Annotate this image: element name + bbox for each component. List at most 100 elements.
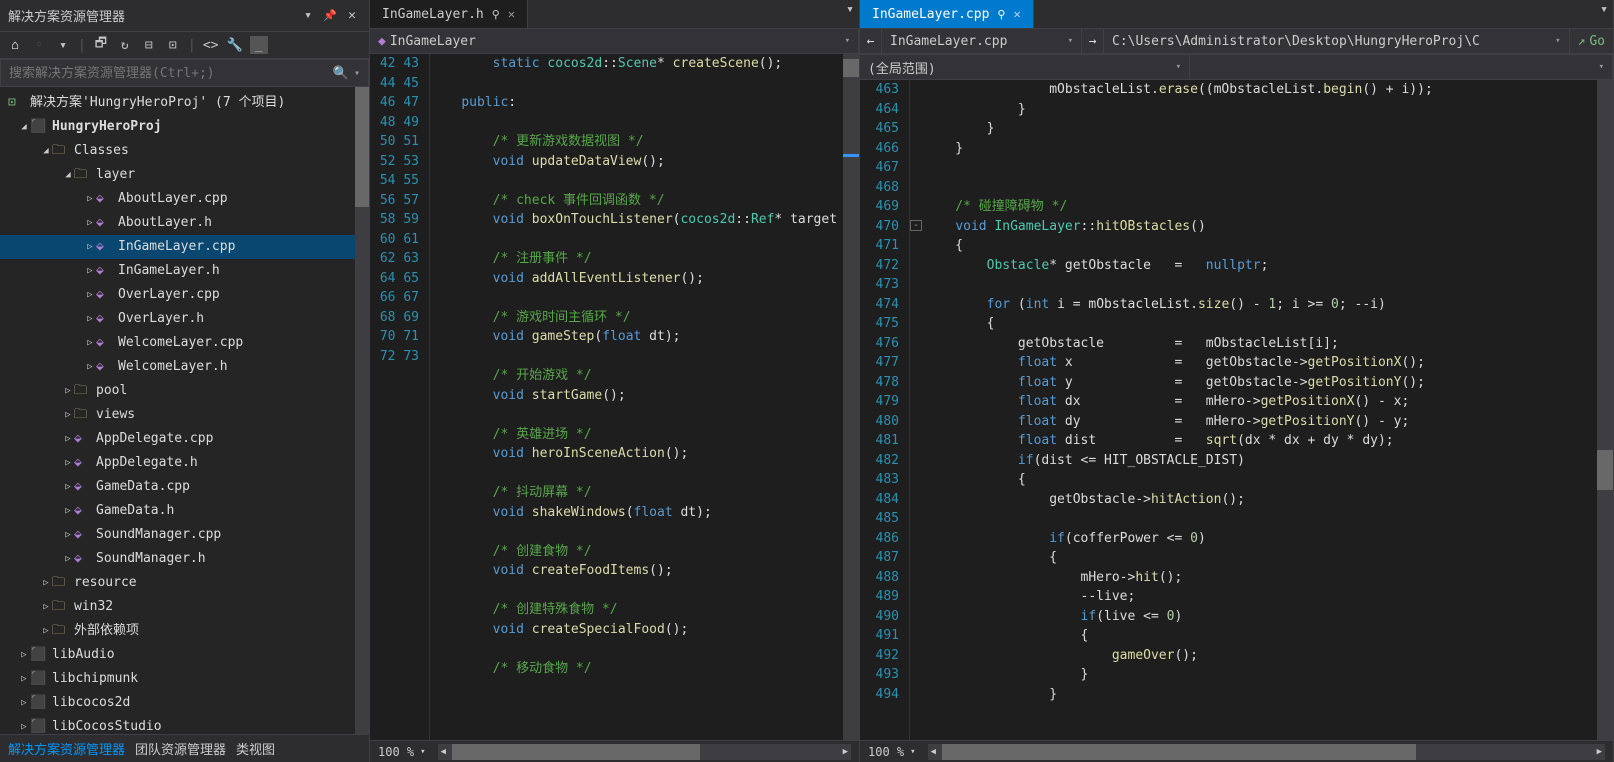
code-area-right[interactable]: 463 464 465 466 467 468 469 470 471 472 … [860, 80, 1613, 740]
search-icon[interactable]: 🔍 [332, 64, 350, 82]
window-menu-icon[interactable]: ▾ [1595, 0, 1613, 18]
file-item[interactable]: ▷ ⬙ SoundManager.h [0, 547, 369, 571]
file-item[interactable]: ▷ ⬙ AboutLayer.h [0, 211, 369, 235]
line-gutter: 463 464 465 466 467 468 469 470 471 472 … [860, 80, 910, 740]
file-item[interactable]: ▷ ⬙ AppDelegate.cpp [0, 427, 369, 451]
tab-label: InGameLayer.h [382, 7, 484, 22]
caret-icon[interactable]: ▾ [54, 36, 72, 54]
file-item[interactable]: ▷ ⬙ WelcomeLayer.cpp [0, 331, 369, 355]
preview-icon[interactable]: _ [250, 36, 268, 54]
tab-bar-right: InGameLayer.cpp ⚲ ✕ ▾ [860, 0, 1613, 28]
line-gutter: 42 43 44 45 46 47 48 49 50 51 52 53 54 5… [370, 54, 430, 740]
nav-label: (全局范围) [868, 58, 936, 77]
sync-icon[interactable]: 🗗 [92, 36, 110, 54]
solution-node[interactable]: ⊡ 解决方案'HungryHeroProj' (7 个项目) [0, 91, 369, 115]
caret-icon: ◢ [62, 165, 74, 185]
nav-label: InGameLayer [390, 34, 476, 49]
file-item[interactable]: ▷ ⬙ OverLayer.cpp [0, 283, 369, 307]
tree-scrollbar[interactable] [355, 87, 369, 734]
home-icon[interactable]: ⌂ [6, 36, 24, 54]
folder-icon: 🗀 [52, 144, 68, 158]
folder-external[interactable]: ▷ 🗀 外部依赖项 [0, 619, 369, 643]
sidebar-toolbar: ⌂ ◦ ▾ | 🗗 ↻ ⊟ ⊡ | <> 🔧 _ [0, 32, 369, 59]
refresh-icon[interactable]: ↻ [116, 36, 134, 54]
tab-team-explorer[interactable]: 团队资源管理器 [135, 739, 226, 758]
file-item[interactable]: ▷ ⬙ AppDelegate.h [0, 451, 369, 475]
project-item[interactable]: ▷ ⬛ libAudio [0, 643, 369, 667]
collapse-icon[interactable]: ⊟ [140, 36, 158, 54]
nav-class-dropdown[interactable]: ◆ InGameLayer ▾ [370, 29, 859, 53]
folder-win32[interactable]: ▷ 🗀 win32 [0, 595, 369, 619]
code-icon[interactable]: <> [202, 36, 220, 54]
file-item[interactable]: ▷ ⬙ WelcomeLayer.h [0, 355, 369, 379]
zoom-level[interactable]: 100 % [378, 745, 414, 759]
search-input[interactable] [9, 66, 332, 81]
pin-icon[interactable]: ⚲ [492, 8, 500, 21]
folder-icon: 🗀 [74, 384, 90, 398]
tab-ingamelayer-h[interactable]: InGameLayer.h ⚲ ✕ [370, 0, 528, 28]
cpp-file-icon: ⬙ [96, 336, 112, 350]
cpp-file-icon: ⬙ [96, 216, 112, 230]
project-node[interactable]: ◢ ⬛ HungryHeroProj [0, 115, 369, 139]
folder-icon: 🗀 [52, 576, 68, 590]
nav-file-dropdown[interactable]: InGameLayer.cpp ▾ [882, 29, 1082, 53]
file-item[interactable]: ▷ ⬙ GameData.cpp [0, 475, 369, 499]
project-item[interactable]: ▷ ⬛ libCocosStudio [0, 715, 369, 734]
scrollbar-vertical[interactable] [1597, 80, 1613, 740]
close-icon[interactable]: ✕ [1013, 7, 1020, 21]
folder-pool[interactable]: ▷ 🗀 pool [0, 379, 369, 403]
zoom-level[interactable]: 100 % [868, 745, 904, 759]
folder-classes[interactable]: ◢ 🗀 Classes [0, 139, 369, 163]
cpp-file-icon: ⬙ [74, 432, 90, 446]
nav-bar-left: ◆ InGameLayer ▾ [370, 28, 859, 54]
project-icon: ⬛ [30, 696, 46, 710]
tab-solution-explorer[interactable]: 解决方案资源管理器 [8, 739, 125, 758]
nav-member-dropdown[interactable]: ▾ [1190, 55, 1613, 79]
file-item[interactable]: ▷ ⬙ InGameLayer.cpp [0, 235, 369, 259]
nav-back[interactable]: ← [860, 29, 882, 53]
scrollbar-horizontal[interactable]: ◀ ▶ [928, 744, 1605, 760]
pin-icon[interactable]: 📌 [321, 7, 339, 25]
back-icon[interactable]: ◦ [30, 36, 48, 54]
file-item[interactable]: ▷ ⬙ GameData.h [0, 499, 369, 523]
project-item[interactable]: ▷ ⬛ libcocos2d [0, 691, 369, 715]
tab-label: InGameLayer.cpp [872, 7, 989, 22]
caret-icon: ▷ [62, 405, 74, 425]
cpp-file-icon: ⬙ [74, 480, 90, 494]
caret-icon: ◢ [40, 141, 52, 161]
go-button[interactable]: ↗Go [1570, 29, 1613, 53]
sidebar-header: 解决方案资源管理器 ▾ 📌 ✕ [0, 0, 369, 32]
scrollbar-vertical[interactable] [843, 54, 859, 740]
tab-ingamelayer-cpp[interactable]: InGameLayer.cpp ⚲ ✕ [860, 0, 1034, 28]
scrollbar-horizontal[interactable]: ◀ ▶ [438, 744, 851, 760]
code-content[interactable]: mObstacleList.erase((mObstacleList.begin… [924, 80, 1613, 740]
nav-path-dropdown[interactable]: C:\Users\Administrator\Desktop\HungryHer… [1104, 29, 1570, 53]
code-area-left[interactable]: 42 43 44 45 46 47 48 49 50 51 52 53 54 5… [370, 54, 859, 740]
folder-layer[interactable]: ◢ 🗀 layer [0, 163, 369, 187]
show-all-icon[interactable]: ⊡ [164, 36, 182, 54]
nav-scope-dropdown[interactable]: (全局范围) ▾ [860, 55, 1190, 79]
window-menu-icon[interactable]: ▾ [841, 0, 859, 18]
code-content[interactable]: static cocos2d::Scene* createScene(); pu… [430, 54, 859, 740]
project-icon: ⬛ [30, 120, 46, 134]
file-item[interactable]: ▷ ⬙ AboutLayer.cpp [0, 187, 369, 211]
cpp-file-icon: ⬙ [96, 360, 112, 374]
folder-views[interactable]: ▷ 🗀 views [0, 403, 369, 427]
file-item[interactable]: ▷ ⬙ OverLayer.h [0, 307, 369, 331]
close-icon[interactable]: ✕ [343, 7, 361, 25]
folder-icon: 🗀 [52, 600, 68, 614]
project-item[interactable]: ▷ ⬛ libchipmunk [0, 667, 369, 691]
pin-icon[interactable]: ⚲ [997, 8, 1005, 21]
tab-class-view[interactable]: 类视图 [236, 739, 275, 758]
nav-forward[interactable]: → [1082, 29, 1104, 53]
properties-icon[interactable]: 🔧 [226, 36, 244, 54]
solution-explorer: 解决方案资源管理器 ▾ 📌 ✕ ⌂ ◦ ▾ | 🗗 ↻ ⊟ ⊡ | <> 🔧 _… [0, 0, 370, 762]
fold-column[interactable]: - [910, 80, 924, 740]
close-icon[interactable]: ✕ [508, 7, 515, 21]
file-item[interactable]: ▷ ⬙ InGameLayer.h [0, 259, 369, 283]
editor-pane-right: InGameLayer.cpp ⚲ ✕ ▾ ← InGameLayer.cpp … [860, 0, 1614, 762]
file-item[interactable]: ▷ ⬙ SoundManager.cpp [0, 523, 369, 547]
dropdown-icon[interactable]: ▾ [299, 7, 317, 25]
folder-resource[interactable]: ▷ 🗀 resource [0, 571, 369, 595]
cpp-file-icon: ⬙ [74, 528, 90, 542]
